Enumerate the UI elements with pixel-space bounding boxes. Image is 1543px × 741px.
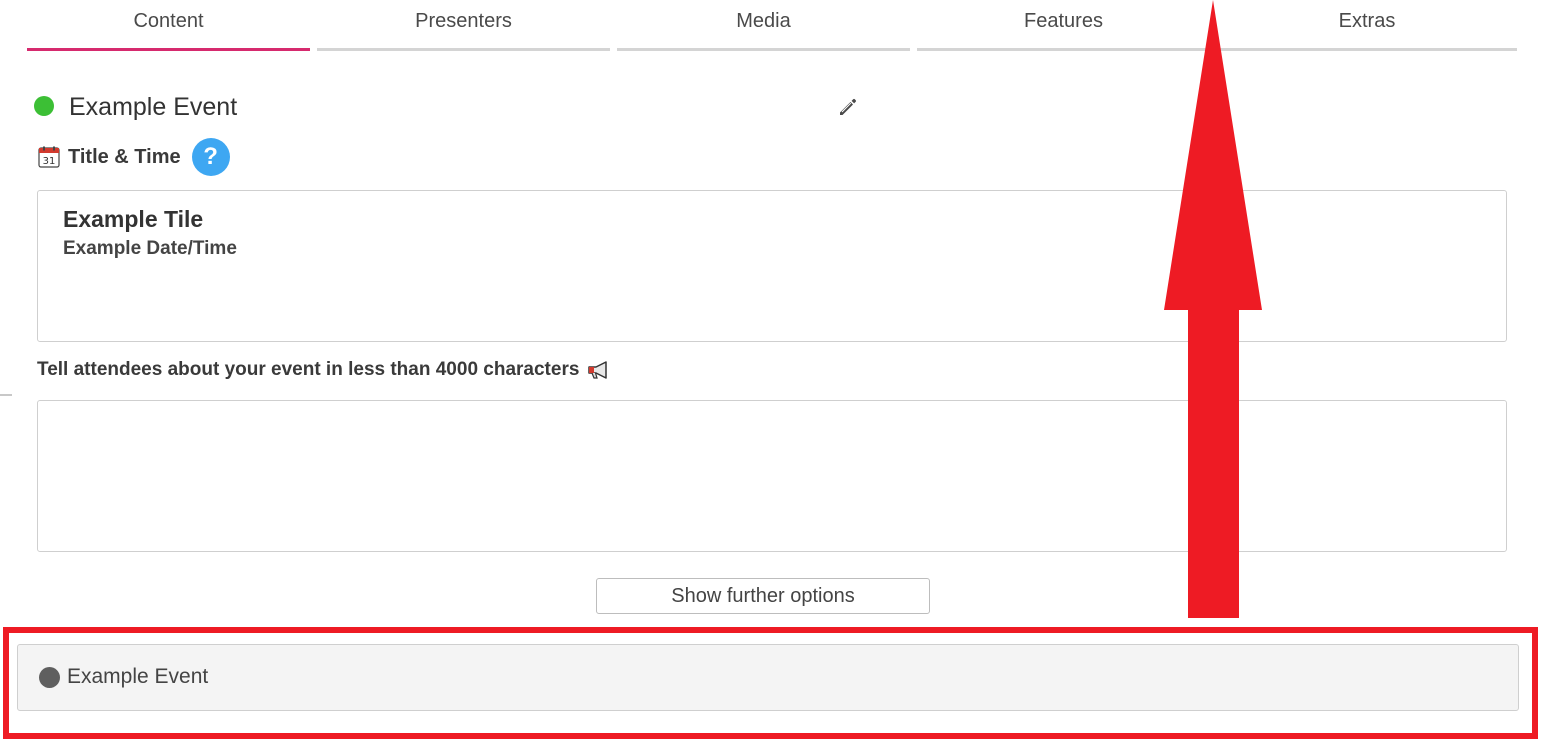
pencil-icon[interactable]: [836, 95, 860, 119]
tile-title: Example Tile: [63, 206, 204, 232]
tab-label: Features: [1024, 9, 1103, 32]
section-label: Title & Time: [68, 145, 181, 168]
help-button[interactable]: ?: [191, 138, 230, 176]
description-label: Tell attendees about your event in less …: [37, 359, 612, 381]
tab-bar: Content Presenters Media Features Extras: [27, 0, 1517, 52]
title-time-section-header: 31 Title & Time ?: [38, 138, 230, 176]
tab-label: Media: [736, 9, 791, 32]
svg-text:31: 31: [43, 156, 56, 167]
tab-label: Presenters: [415, 9, 512, 32]
title-time-box[interactable]: Example Tile Example Date/Time: [37, 190, 1507, 342]
event-bar[interactable]: Example Event: [17, 644, 1519, 711]
event-bar-status-dot: [39, 667, 60, 688]
tab-content[interactable]: Content: [27, 0, 310, 51]
tab-label: Content: [133, 9, 204, 32]
tab-presenters[interactable]: Presenters: [317, 0, 610, 51]
tab-label: Extras: [1338, 9, 1396, 32]
show-further-options-button[interactable]: Show further options: [596, 578, 930, 614]
divider-tick: [0, 394, 12, 396]
event-title: Example Event: [69, 93, 238, 121]
tab-media[interactable]: Media: [617, 0, 910, 51]
calendar-icon: 31: [38, 146, 60, 168]
tile-datetime: Example Date/Time: [63, 238, 237, 259]
megaphone-icon: [588, 361, 608, 379]
annotation-arrow-up-icon: [1164, 0, 1262, 618]
description-textarea[interactable]: [37, 400, 1507, 552]
event-status-dot: [34, 96, 54, 116]
description-label-text: Tell attendees about your event in less …: [37, 359, 580, 380]
event-bar-title: Example Event: [67, 665, 209, 688]
